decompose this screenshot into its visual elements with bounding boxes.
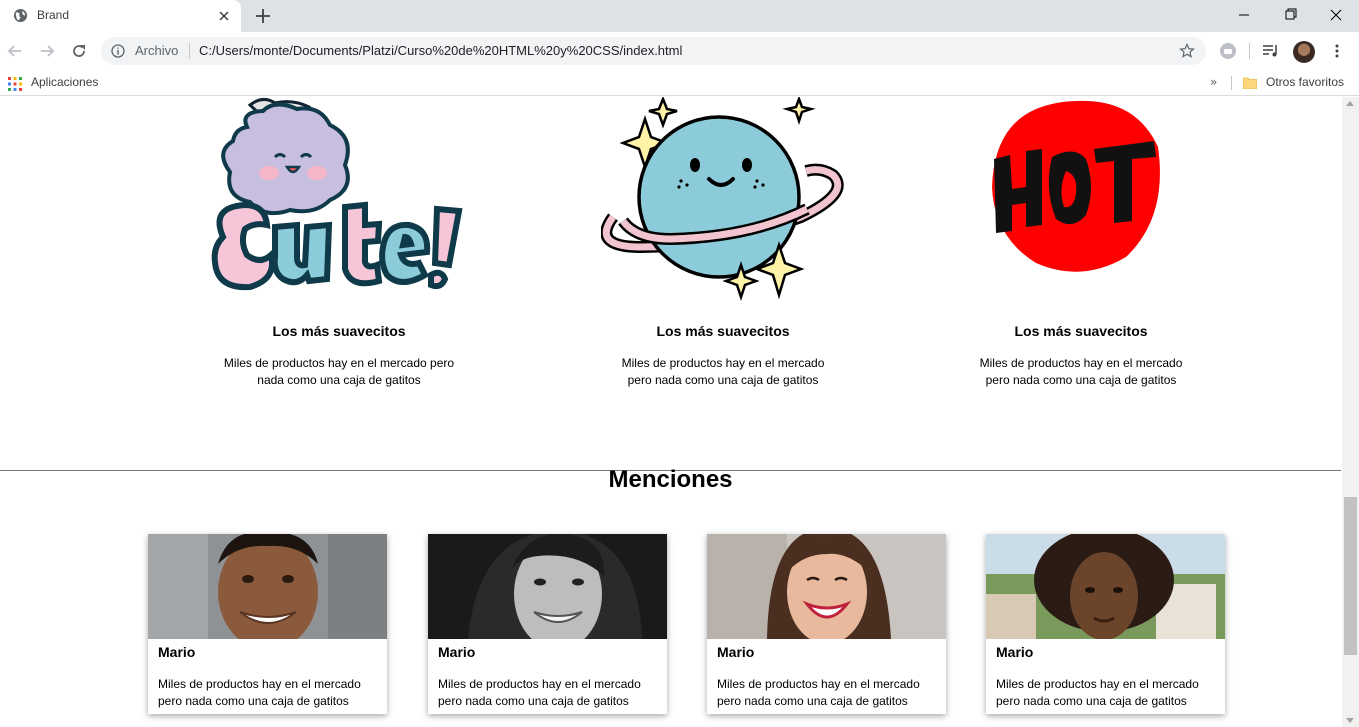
page-viewport: Los más suavecitos Miles de productos ha… bbox=[0, 97, 1359, 727]
minimize-window-icon[interactable] bbox=[1221, 0, 1267, 30]
mention-card: Mario Miles de productos hay en el merca… bbox=[428, 534, 667, 714]
feature-title: Los más suavecitos bbox=[1014, 323, 1148, 339]
mentions-title: Menciones bbox=[608, 466, 733, 493]
mention-text: Miles de productos hay en el mercado per… bbox=[996, 677, 1199, 708]
feature-description: Miles de productos hay en el mercado per… bbox=[223, 356, 455, 387]
hot-sticker-icon bbox=[992, 100, 1160, 272]
reload-icon[interactable] bbox=[69, 41, 89, 61]
woman-bw-photo bbox=[428, 534, 667, 639]
new-tab-icon[interactable] bbox=[253, 6, 273, 26]
feature-description: Miles de productos hay en el mercado per… bbox=[979, 356, 1183, 387]
restore-window-icon[interactable] bbox=[1267, 0, 1313, 30]
mention-card: Mario Miles de productos hay en el merca… bbox=[707, 534, 946, 714]
feature-title: Los más suavecitos bbox=[272, 323, 406, 339]
browser-tab[interactable]: Brand bbox=[0, 0, 241, 32]
profile-avatar[interactable] bbox=[1293, 41, 1315, 63]
back-arrow-icon[interactable] bbox=[5, 41, 25, 61]
planet-sticker-icon bbox=[601, 97, 844, 301]
tab-title: Brand bbox=[37, 8, 70, 22]
curly-hair-woman-photo bbox=[986, 534, 1225, 639]
file-scheme-label: Archivo bbox=[135, 43, 179, 58]
mention-text: Miles de productos hay en el mercado per… bbox=[158, 677, 361, 708]
toolbar-separator bbox=[1249, 43, 1250, 59]
omnibox-separator bbox=[189, 43, 190, 59]
close-tab-icon[interactable] bbox=[216, 8, 232, 24]
scrollbar-thumb[interactable] bbox=[1344, 497, 1357, 655]
forward-arrow-icon[interactable] bbox=[37, 41, 57, 61]
mention-name: Mario bbox=[158, 644, 196, 660]
mention-name: Mario bbox=[438, 644, 476, 660]
media-control-icon[interactable] bbox=[1262, 43, 1280, 59]
other-bookmarks-folder[interactable]: Otros favoritos bbox=[1266, 75, 1344, 89]
mention-text: Miles de productos hay en el mercado per… bbox=[438, 677, 641, 708]
extension-icon[interactable] bbox=[1219, 42, 1237, 60]
url-text[interactable]: C:/Users/monte/Documents/Platzi/Curso%20… bbox=[199, 43, 682, 58]
mention-name: Mario bbox=[996, 644, 1034, 660]
browser-title-bar: Brand bbox=[0, 0, 1359, 32]
bookmarks-separator bbox=[1231, 76, 1232, 90]
mention-card: Mario Miles de productos hay en el merca… bbox=[148, 534, 387, 714]
mention-text: Miles de productos hay en el mercado per… bbox=[717, 677, 920, 708]
mention-card: Mario Miles de productos hay en el merca… bbox=[986, 534, 1225, 714]
kebab-menu-icon[interactable] bbox=[1331, 43, 1343, 59]
more-bookmarks-chevron[interactable]: » bbox=[1210, 75, 1217, 89]
browser-toolbar: Archivo C:/Users/monte/Documents/Platzi/… bbox=[0, 32, 1359, 70]
apps-bookmark-label[interactable]: Aplicaciones bbox=[31, 75, 98, 89]
feature-description: Miles de productos hay en el mercado per… bbox=[621, 356, 825, 387]
vertical-scrollbar[interactable] bbox=[1342, 97, 1359, 727]
apps-grid-icon[interactable] bbox=[8, 77, 22, 91]
feature-title: Los más suavecitos bbox=[656, 323, 790, 339]
info-icon[interactable] bbox=[111, 44, 125, 58]
folder-icon bbox=[1243, 77, 1257, 89]
mention-name: Mario bbox=[717, 644, 755, 660]
close-window-icon[interactable] bbox=[1313, 0, 1359, 30]
cute-sticker-icon bbox=[211, 98, 463, 291]
globe-icon bbox=[13, 8, 28, 23]
laughing-woman-photo bbox=[707, 534, 946, 639]
address-bar[interactable]: Archivo C:/Users/monte/Documents/Platzi/… bbox=[101, 37, 1206, 65]
bookmark-star-icon[interactable] bbox=[1179, 43, 1195, 59]
scroll-down-arrow-icon[interactable] bbox=[1346, 718, 1354, 723]
smiling-man-photo bbox=[148, 534, 387, 639]
bookmarks-bar: Aplicaciones » Otros favoritos bbox=[0, 70, 1359, 96]
scroll-up-arrow-icon[interactable] bbox=[1346, 101, 1354, 106]
